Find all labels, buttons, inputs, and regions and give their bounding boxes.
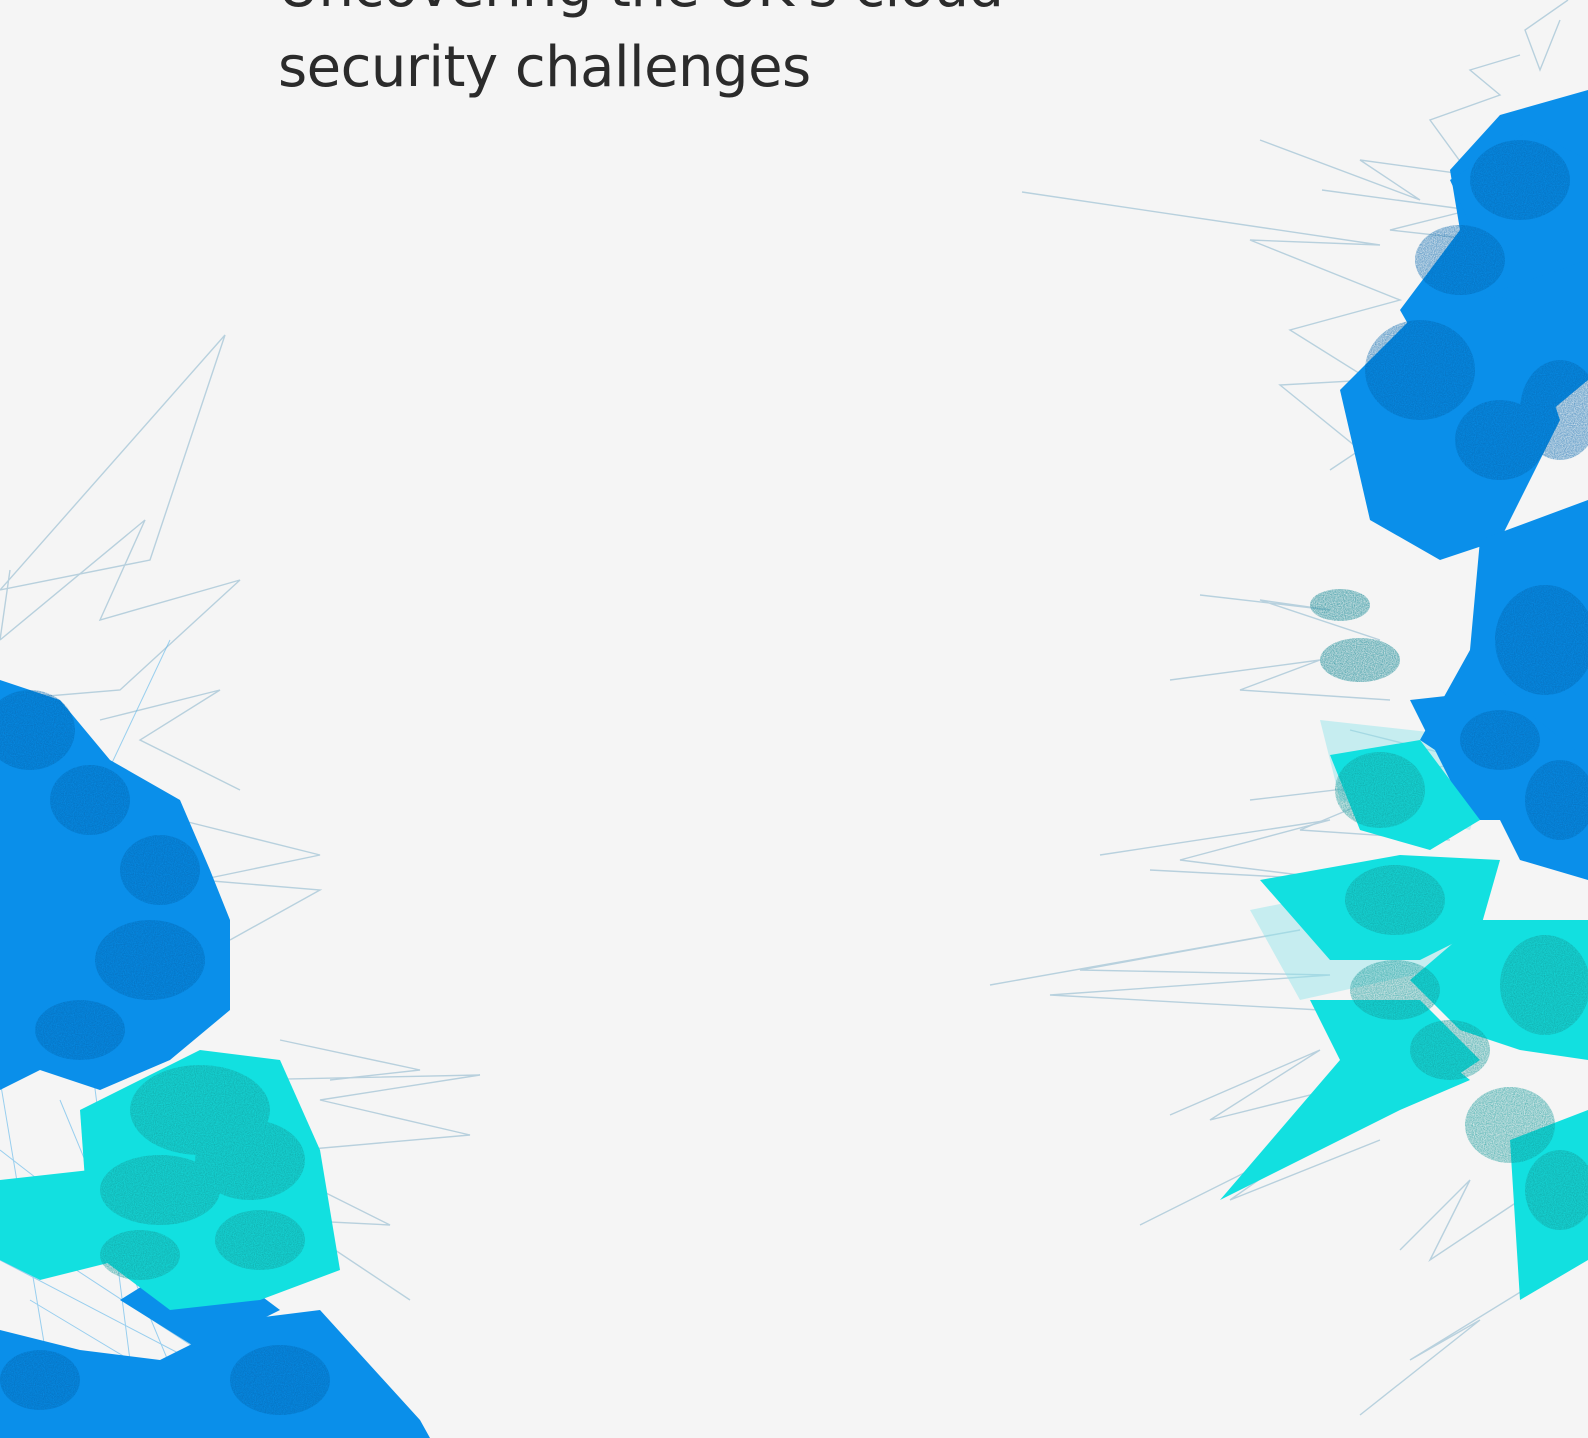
abstract-network-artwork	[0, 0, 1588, 1438]
title-line-2: security challenges	[278, 35, 811, 100]
report-cover: Uncovering the UK's cloud security chall…	[0, 0, 1588, 1438]
title-line-1: Uncovering the UK's cloud	[278, 0, 1004, 28]
left-splash	[0, 334, 481, 1438]
report-title: Uncovering the UK's cloud security chall…	[278, 0, 1004, 108]
right-splash	[989, 0, 1588, 1416]
